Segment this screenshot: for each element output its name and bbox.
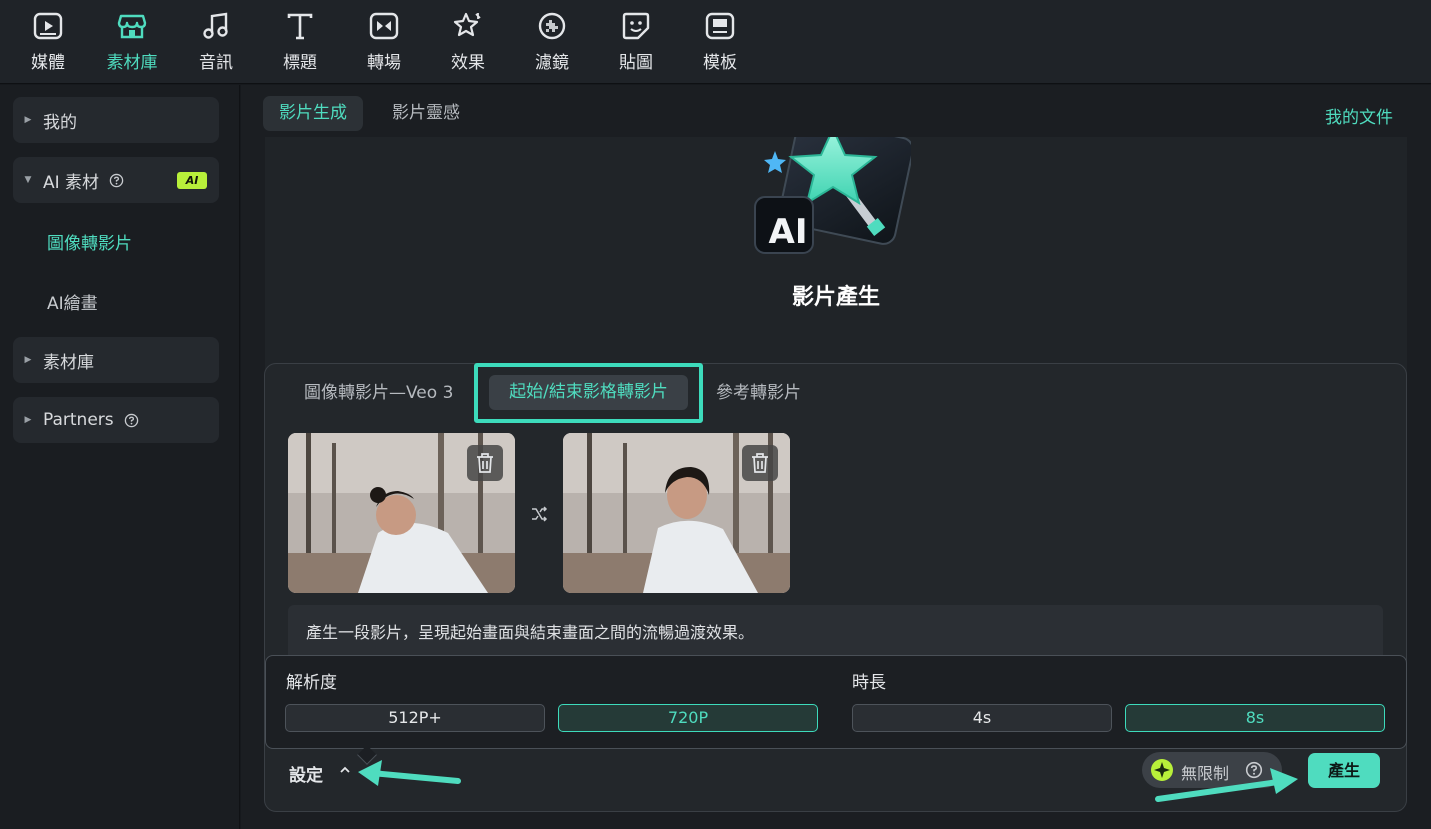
caret-down-icon: ▼ — [24, 175, 32, 185]
caret-right-icon: ▶ — [24, 115, 32, 125]
tab-video-inspiration[interactable]: 影片靈感 — [376, 96, 476, 131]
tab-video-generate[interactable]: 影片生成 — [263, 96, 363, 131]
sidebar-item-ai-assets[interactable]: ▼ AI 素材 AI — [13, 157, 219, 203]
swap-frames-icon[interactable] — [530, 505, 548, 523]
toolbar-store-label: 素材庫 — [106, 53, 158, 73]
main-panel: 影片生成 影片靈感 我的文件 AI 影片產生 圖像轉影片—Veo 3 起始/結束… — [241, 85, 1431, 829]
chevron-up-icon[interactable] — [338, 763, 352, 777]
resolution-option-720p[interactable]: 720P — [558, 704, 818, 732]
sticker-icon — [622, 12, 650, 40]
caret-right-icon: ▶ — [24, 355, 32, 365]
toolbar-templates[interactable]: 模板 — [685, 10, 755, 76]
toolbar-titles-label: 標題 — [283, 53, 317, 73]
toolbar-titles[interactable]: 標題 — [265, 10, 335, 76]
unlimited-credits-pill[interactable]: 無限制 — [1142, 752, 1282, 788]
generation-card: 圖像轉影片—Veo 3 起始/結束影格轉影片 參考轉影片 產生一段影片，呈現起始… — [264, 363, 1407, 812]
toolbar-stickers-label: 貼圖 — [619, 53, 653, 73]
delete-end-frame-button[interactable] — [742, 445, 778, 481]
toolbar-media[interactable]: 媒體 — [13, 10, 83, 76]
resolution-label: 解析度 — [286, 673, 337, 693]
music-note-icon — [203, 12, 228, 39]
template-icon — [705, 12, 735, 40]
toolbar-stickers[interactable]: 貼圖 — [601, 10, 671, 76]
sidebar-item-image-to-video[interactable]: 圖像轉影片 — [47, 229, 132, 254]
generate-button[interactable]: 產生 — [1308, 753, 1380, 788]
my-documents-link[interactable]: 我的文件 — [1325, 103, 1393, 128]
sparkle-credit-icon — [1151, 759, 1173, 781]
subtab-reference-to-video[interactable]: 參考轉影片 — [716, 378, 801, 403]
subtab-start-end-frame[interactable]: 起始/結束影格轉影片 — [474, 363, 703, 423]
sidebar-item-ai-painting[interactable]: AI繪畫 — [47, 289, 98, 314]
duration-option-4s[interactable]: 4s — [852, 704, 1112, 732]
title-t-icon — [287, 13, 313, 40]
toolbar-templates-label: 模板 — [703, 53, 737, 73]
help-icon[interactable] — [124, 413, 139, 428]
sidebar-item-my[interactable]: ▶ 我的 — [13, 97, 219, 143]
unlimited-label: 無限制 — [1181, 764, 1230, 783]
trash-icon — [477, 453, 493, 473]
toolbar-effects-label: 效果 — [451, 53, 485, 73]
ai-badge-large: AI — [768, 212, 808, 252]
sidebar: ▶ 我的 ▼ AI 素材 AI 圖像轉影片 AI繪畫 ▶ 素材庫 ▶ Partn… — [0, 85, 240, 829]
resolution-option-512p[interactable]: 512P+ — [285, 704, 545, 732]
toolbar-effects[interactable]: 效果 — [433, 10, 503, 76]
subtab-image-to-video-veo3[interactable]: 圖像轉影片—Veo 3 — [304, 378, 453, 403]
trash-icon — [752, 453, 768, 473]
settings-popover: 解析度 512P+ 720P 時長 4s 8s — [265, 655, 1407, 749]
ai-badge: AI — [177, 172, 207, 189]
help-icon[interactable] — [1245, 761, 1263, 779]
help-icon[interactable] — [109, 173, 124, 188]
toolbar-audio-label: 音訊 — [199, 53, 233, 73]
sidebar-item-stock[interactable]: ▶ 素材庫 — [13, 337, 219, 383]
media-icon — [33, 12, 63, 40]
duration-option-8s[interactable]: 8s — [1125, 704, 1385, 732]
toolbar-filters[interactable]: 濾鏡 — [517, 10, 587, 76]
filter-icon — [538, 12, 566, 40]
transition-icon — [369, 12, 399, 40]
toolbar-filters-label: 濾鏡 — [535, 53, 569, 73]
sidebar-item-label: 素材庫 — [43, 352, 94, 373]
toolbar-transitions[interactable]: 轉場 — [349, 10, 419, 76]
toolbar-store[interactable]: 素材庫 — [97, 10, 167, 76]
top-toolbar: 媒體 素材庫 音訊 標題 轉場 效果 濾鏡 貼圖 模板 — [0, 0, 1431, 84]
store-icon — [117, 14, 147, 39]
end-frame-thumbnail[interactable] — [563, 433, 790, 593]
toolbar-media-label: 媒體 — [31, 53, 65, 73]
effects-star-icon — [453, 12, 481, 37]
settings-toggle[interactable]: 設定 — [289, 761, 323, 786]
delete-start-frame-button[interactable] — [467, 445, 503, 481]
duration-label: 時長 — [852, 673, 886, 693]
toolbar-audio[interactable]: 音訊 — [181, 10, 251, 76]
subtab-start-end-frame-label: 起始/結束影格轉影片 — [489, 375, 688, 410]
sidebar-item-label: AI 素材 — [43, 172, 100, 193]
page-title: 影片產生 — [791, 285, 880, 310]
sidebar-item-label: 我的 — [43, 112, 77, 133]
start-frame-thumbnail[interactable] — [288, 433, 515, 593]
sidebar-item-label: Partners — [43, 410, 114, 430]
sidebar-item-partners[interactable]: ▶ Partners — [13, 397, 219, 443]
toolbar-transitions-label: 轉場 — [367, 53, 401, 73]
caret-right-icon: ▶ — [24, 415, 32, 425]
